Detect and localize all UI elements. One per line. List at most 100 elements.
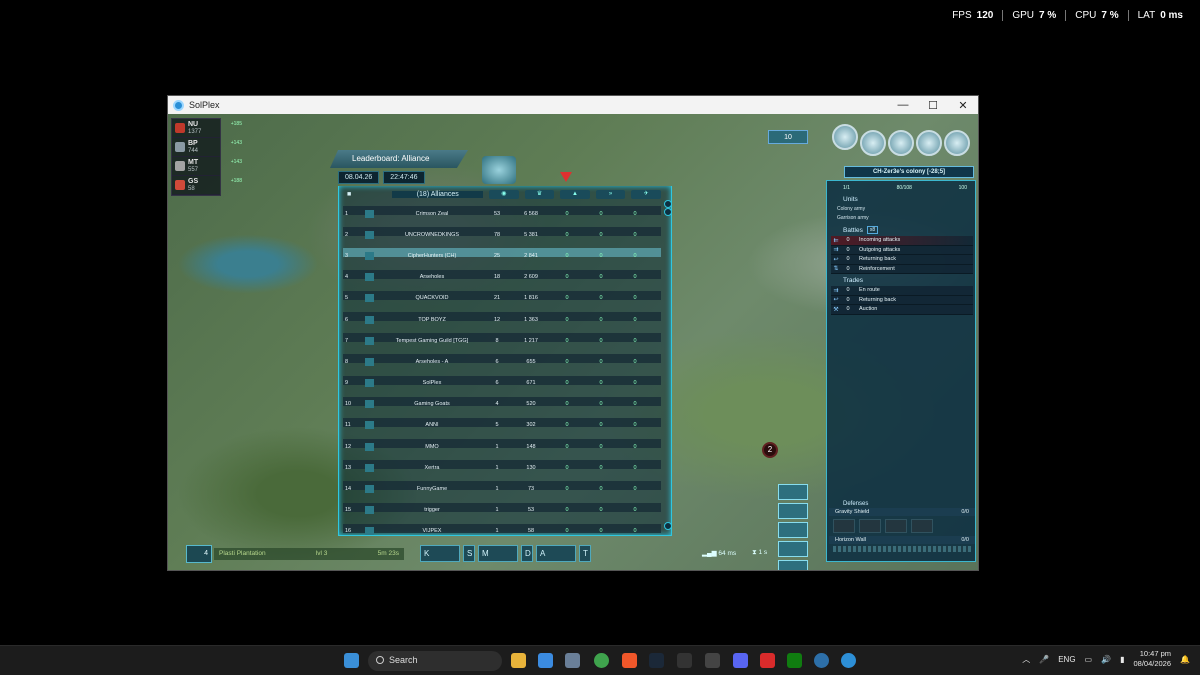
taskbar-clock[interactable]: 10:47 pm 08/04/2026 — [1133, 649, 1171, 669]
notification-bell-icon[interactable]: 🔔 — [1180, 655, 1190, 664]
scroll-thumb[interactable] — [664, 208, 672, 216]
resource-nu[interactable]: NU 1377 +185 — [172, 119, 242, 138]
alliance-name[interactable]: CipherHunters (CH) — [382, 253, 482, 259]
leaderboard-row[interactable]: 10 Gaming Goats 4 520 0 0 0 — [343, 394, 661, 415]
horizon-wall-row[interactable]: Horizon Wall 0/0 — [829, 536, 975, 544]
alliance-name[interactable]: Arseholes — [382, 274, 482, 280]
window-titlebar[interactable]: SolPlex — ☐ ✕ — [168, 96, 978, 114]
language-indicator[interactable]: ENG — [1058, 655, 1075, 664]
leaderboard-scrollbar[interactable] — [664, 200, 672, 530]
alliance-icon[interactable] — [916, 130, 942, 156]
leaderboard-row[interactable]: 5 QUACKVOID 21 1 816 0 0 0 — [343, 288, 661, 309]
tab-s[interactable]: S — [463, 545, 475, 562]
map-marker[interactable]: 2 — [762, 442, 778, 458]
alliances-column-header[interactable]: (18) Alliances — [392, 190, 484, 198]
alliance-name[interactable]: Gaming Goats — [382, 401, 482, 407]
colony-army[interactable]: Colony army — [827, 205, 975, 214]
store-icon[interactable] — [538, 653, 553, 668]
defense-slot[interactable] — [885, 519, 907, 533]
discord-icon[interactable] — [733, 653, 748, 668]
chrome-icon[interactable] — [594, 653, 609, 668]
alliance-name[interactable]: Xertra — [382, 465, 482, 471]
solplex-active-icon[interactable] — [841, 653, 856, 668]
leaderboard-row[interactable]: 1 Crimson Zeal 53 6 568 0 0 0 — [343, 203, 661, 224]
alliance-name[interactable]: MMO — [382, 444, 482, 450]
chevron-up-icon[interactable]: ︿ — [1022, 654, 1030, 665]
reinforcement-row[interactable]: ⇅ 0 Reinforcement — [831, 264, 973, 274]
settings-icon[interactable] — [944, 130, 970, 156]
research-icon[interactable] — [860, 130, 886, 156]
xbox-icon[interactable] — [787, 653, 802, 668]
leaderboard-row[interactable]: 11 ANNI 5 302 0 0 0 — [343, 415, 661, 436]
game-map[interactable]: NU 1377 +185 BP 744 +143 MT 557 +143 GS 58 +… — [168, 114, 978, 570]
alliance-name[interactable]: Crimson Zeal — [382, 211, 482, 217]
resource-gs[interactable]: GS 58 +188 — [172, 176, 242, 195]
planet-icon[interactable] — [832, 124, 858, 150]
minimize-button[interactable]: — — [888, 99, 918, 111]
leaderboard-row[interactable]: 4 Arseholes 18 2 609 0 0 0 — [343, 267, 661, 288]
alliance-name[interactable]: TOP BOYZ — [382, 317, 482, 323]
defense-slot[interactable] — [859, 519, 881, 533]
trade-returning-row[interactable]: ↩ 0 Returning back — [831, 295, 973, 305]
tab-d[interactable]: D — [521, 545, 533, 562]
alliance-name[interactable]: trigger — [382, 507, 482, 513]
app-icon[interactable] — [705, 653, 720, 668]
alliance-name[interactable]: FunnyGame — [382, 486, 482, 492]
outgoing-attacks-row[interactable]: ⇉ 0 Outgoing attacks — [831, 245, 973, 255]
red-triangle-marker-icon[interactable] — [560, 172, 572, 182]
alliance-name[interactable]: SolPlex — [382, 380, 482, 386]
leaderboard-row[interactable]: 15 trigger 1 53 0 0 0 — [343, 500, 661, 521]
maximize-button[interactable]: ☐ — [918, 99, 948, 112]
leaderboard-row[interactable]: 16 VIJPEX 1 58 0 0 0 — [343, 521, 661, 542]
alliance-name[interactable]: UNCROWNEDKINGS — [382, 232, 482, 238]
scroll-bottom-knob[interactable] — [664, 522, 672, 530]
leaderboard-row[interactable]: 8 Arseholes - A 6 655 0 0 0 — [343, 351, 661, 372]
volume-icon[interactable]: 🔊 — [1101, 655, 1111, 664]
solplex-taskbar-icon[interactable] — [814, 653, 829, 668]
leaderboard-row[interactable]: 13 Xertra 1 130 0 0 0 — [343, 457, 661, 478]
garrison-army[interactable]: Garrison army — [827, 214, 975, 223]
map-icon[interactable] — [888, 130, 914, 156]
tab-k[interactable]: K — [420, 545, 460, 562]
incoming-attacks-row[interactable]: ⇇ 0 Incoming attacks — [831, 236, 973, 246]
action-button-mountain-icon[interactable] — [778, 522, 808, 538]
taskbar-search[interactable]: Search — [368, 651, 502, 671]
leaderboard-row[interactable]: 9 SolPlex 6 671 0 0 0 — [343, 373, 661, 394]
gravity-shield-row[interactable]: Gravity Shield 0/0 — [829, 508, 975, 516]
alliance-name[interactable]: ANNI — [382, 422, 482, 428]
defense-slot[interactable] — [911, 519, 933, 533]
tab-t[interactable]: T — [579, 545, 591, 562]
wings-sort-icon[interactable]: ✈ — [631, 189, 661, 199]
points-sort-icon[interactable]: ♛ — [524, 189, 555, 199]
close-button[interactable]: ✕ — [948, 99, 978, 112]
alliance-emblem-icon[interactable] — [482, 156, 516, 184]
leaderboard-row[interactable]: 2 UNCROWNEDKINGS 78 5 381 0 0 0 — [343, 224, 661, 245]
tab-a[interactable]: A — [536, 545, 576, 562]
leaderboard-row[interactable]: 14 FunnyGame 1 73 0 0 0 — [343, 478, 661, 499]
battery-icon[interactable]: ▮ — [1120, 655, 1124, 664]
action-button-build-icon[interactable] — [778, 484, 808, 500]
action-button-trade-icon[interactable] — [778, 541, 808, 557]
battles-section-title[interactable]: Battles x8 — [827, 223, 975, 236]
resource-bp[interactable]: BP 744 +143 — [172, 138, 242, 157]
auction-row[interactable]: ⚒ 0 Auction — [831, 305, 973, 315]
alliance-name[interactable]: QUACKVOID — [382, 295, 482, 301]
alliance-name[interactable]: Tempest Gaming Guild [TGG] — [382, 338, 482, 344]
resource-mt[interactable]: MT 557 +143 — [172, 157, 242, 176]
production-button[interactable]: 4 — [186, 545, 212, 563]
en-route-row[interactable]: ⇉ 0 En route — [831, 286, 973, 296]
action-button-fleet-icon[interactable] — [778, 503, 808, 519]
epic-games-icon[interactable] — [677, 653, 692, 668]
ships-sort-icon[interactable]: » — [595, 189, 626, 199]
members-sort-icon[interactable]: ◉ — [489, 189, 519, 199]
colony-name[interactable]: CH-Zer3e's colony [-28;5] — [844, 166, 974, 178]
tab-m[interactable]: M — [478, 545, 518, 562]
units-section-title[interactable]: Units — [827, 193, 975, 205]
trades-section-title[interactable]: Trades — [827, 274, 975, 286]
defense-slot[interactable] — [833, 519, 855, 533]
alliance-name[interactable]: VIJPEX — [382, 528, 482, 534]
settings-app-icon[interactable] — [565, 653, 580, 668]
network-icon[interactable]: ▭ — [1085, 655, 1093, 664]
alliance-name[interactable]: Arseholes - A — [382, 359, 482, 365]
file-explorer-icon[interactable] — [511, 653, 526, 668]
